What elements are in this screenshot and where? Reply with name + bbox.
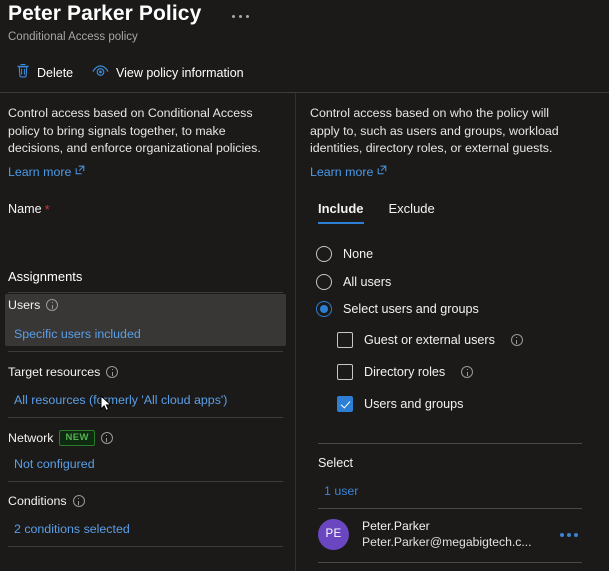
external-link-icon <box>377 164 387 178</box>
ellipsis-icon <box>567 533 571 537</box>
user-display-name: Peter.Parker <box>362 518 560 534</box>
checkbox-icon <box>337 332 353 348</box>
radio-button-icon <box>316 246 332 262</box>
checkbox-guest-or-external-users-label: Guest or external users <box>364 333 495 347</box>
section-divider <box>8 417 283 418</box>
network-row-value[interactable]: Not configured <box>14 457 95 471</box>
page-subtitle: Conditional Access policy <box>8 31 138 43</box>
tab-include[interactable]: Include <box>318 201 364 224</box>
radio-none-label: None <box>343 247 373 261</box>
name-label-text: Name <box>8 202 42 216</box>
eye-icon <box>92 64 109 83</box>
target-resources-row-label: Target resources <box>8 365 100 379</box>
radio-select-users-and-groups-label: Select users and groups <box>343 302 479 316</box>
info-icon[interactable] <box>73 495 85 507</box>
list-bottom-divider <box>318 562 582 563</box>
panel-header: Peter Parker Policy Conditional Access p… <box>0 0 609 92</box>
user-row-overflow-menu-button[interactable] <box>560 526 582 542</box>
ellipsis-icon <box>232 15 235 18</box>
checkbox-guest-or-external-users[interactable]: Guest or external users <box>337 332 523 348</box>
list-item[interactable]: PE Peter.Parker Peter.Parker@megabigtech… <box>318 511 582 557</box>
checkbox-directory-roles[interactable]: Directory roles <box>337 364 473 380</box>
page-title: Peter Parker Policy <box>8 2 201 26</box>
info-icon[interactable] <box>46 299 58 311</box>
select-value-link[interactable]: 1 user <box>324 484 358 498</box>
info-icon[interactable] <box>511 334 523 346</box>
users-row-value[interactable]: Specific users included <box>14 327 141 341</box>
target-resources-row-title: Target resources <box>8 365 118 379</box>
users-row-title: Users <box>8 298 58 312</box>
section-divider <box>8 292 283 293</box>
section-divider <box>8 546 283 547</box>
left-column: Control access based on Conditional Acce… <box>0 93 295 571</box>
new-badge: NEW <box>59 430 94 446</box>
radio-none[interactable]: None <box>316 246 373 262</box>
checkbox-checked-icon <box>337 396 353 412</box>
checkbox-directory-roles-label: Directory roles <box>364 365 445 379</box>
section-divider <box>8 351 283 352</box>
include-exclude-tabs: Include Exclude <box>318 201 435 224</box>
assignments-heading: Assignments <box>8 269 82 284</box>
name-field-label: Name* <box>8 202 50 217</box>
info-icon[interactable] <box>106 366 118 378</box>
right-learn-more-link[interactable]: Learn more <box>310 164 387 179</box>
checkbox-users-and-groups[interactable]: Users and groups <box>337 396 463 412</box>
ellipsis-icon <box>239 15 242 18</box>
required-marker: * <box>45 202 50 217</box>
left-description: Control access based on Conditional Acce… <box>8 105 274 158</box>
select-section-divider-bottom <box>318 508 582 509</box>
view-policy-information-button[interactable]: View policy information <box>88 60 248 86</box>
avatar: PE <box>318 519 349 550</box>
delete-button-label: Delete <box>37 66 73 80</box>
checkbox-icon <box>337 364 353 380</box>
left-learn-more-link[interactable]: Learn more <box>8 164 85 179</box>
radio-all-users-label: All users <box>343 275 391 289</box>
radio-select-users-and-groups[interactable]: Select users and groups <box>316 301 479 317</box>
conditions-row-title: Conditions <box>8 494 85 508</box>
right-learn-more-label: Learn more <box>310 165 373 179</box>
user-email: Peter.Parker@megabigtech.c... <box>362 534 552 550</box>
checkbox-users-and-groups-label: Users and groups <box>364 397 463 411</box>
ellipsis-icon <box>246 15 249 18</box>
ellipsis-icon <box>560 533 564 537</box>
select-label: Select <box>318 456 353 470</box>
select-section-divider-top <box>318 443 582 444</box>
network-row-title: Network NEW <box>8 430 113 446</box>
view-policy-information-label: View policy information <box>116 66 244 80</box>
trash-icon <box>16 63 30 83</box>
info-icon[interactable] <box>461 366 473 378</box>
conditions-row-value[interactable]: 2 conditions selected <box>14 522 130 536</box>
network-row-label: Network <box>8 431 53 445</box>
user-meta: Peter.Parker Peter.Parker@megabigtech.c.… <box>362 518 560 550</box>
external-link-icon <box>75 164 85 178</box>
target-resources-row-value[interactable]: All resources (formerly 'All cloud apps'… <box>14 393 227 407</box>
radio-all-users[interactable]: All users <box>316 274 391 290</box>
tab-exclude[interactable]: Exclude <box>389 201 435 224</box>
info-icon[interactable] <box>101 432 113 444</box>
right-description: Control access based on who the policy w… <box>310 105 582 158</box>
radio-button-icon <box>316 274 332 290</box>
header-overflow-menu-button[interactable] <box>231 7 253 25</box>
left-learn-more-label: Learn more <box>8 165 71 179</box>
delete-button[interactable]: Delete <box>12 60 77 86</box>
ellipsis-icon <box>574 533 578 537</box>
section-divider <box>8 481 283 482</box>
users-row-label: Users <box>8 298 40 312</box>
radio-button-selected-icon <box>316 301 332 317</box>
conditions-row-label: Conditions <box>8 494 67 508</box>
right-column: Control access based on who the policy w… <box>296 93 609 571</box>
conditional-access-policy-panel: Peter Parker Policy Conditional Access p… <box>0 0 609 571</box>
